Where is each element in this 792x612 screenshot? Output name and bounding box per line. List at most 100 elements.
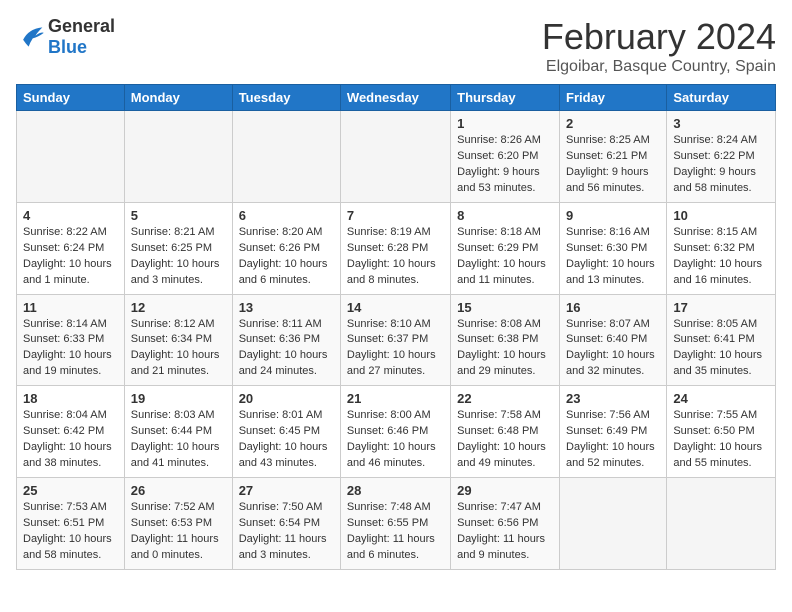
day-number: 12 [131,300,226,315]
calendar-table: SundayMondayTuesdayWednesdayThursdayFrid… [16,84,776,570]
page-header: General Blue February 2024 Elgoibar, Bas… [16,16,776,76]
day-info: Sunrise: 8:11 AM Sunset: 6:36 PM Dayligh… [239,317,334,381]
day-info: Sunrise: 8:05 AM Sunset: 6:41 PM Dayligh… [673,317,769,381]
calendar-cell: 26 Sunrise: 7:52 AM Sunset: 6:53 PM Dayli… [124,478,232,570]
calendar-cell: 10Sunrise: 8:15 AM Sunset: 6:32 PM Dayli… [667,202,776,294]
day-info: Sunrise: 8:03 AM Sunset: 6:44 PM Dayligh… [131,408,226,472]
day-number: 29 [457,483,553,498]
day-info: Sunrise: 8:21 AM Sunset: 6:25 PM Dayligh… [131,225,226,289]
calendar-cell: 14 Sunrise: 8:10 AM Sunset: 6:37 PM Dayli… [340,294,450,386]
day-number: 14 [347,300,444,315]
day-number: 4 [23,208,118,223]
calendar-cell: 18 Sunrise: 8:04 AM Sunset: 6:42 PM Dayli… [17,386,125,478]
day-info: Sunrise: 7:55 AM Sunset: 6:50 PM Dayligh… [673,408,769,472]
day-info: Sunrise: 7:58 AM Sunset: 6:48 PM Dayligh… [457,408,553,472]
calendar-cell: 27 Sunrise: 7:50 AM Sunset: 6:54 PM Dayli… [232,478,340,570]
day-info: Sunrise: 8:08 AM Sunset: 6:38 PM Dayligh… [457,317,553,381]
day-number: 19 [131,391,226,406]
day-number: 9 [566,208,660,223]
calendar-cell [340,111,450,203]
day-number: 22 [457,391,553,406]
calendar-cell: 12 Sunrise: 8:12 AM Sunset: 6:34 PM Dayli… [124,294,232,386]
column-header-sunday: Sunday [17,85,125,111]
column-header-wednesday: Wednesday [340,85,450,111]
day-info: Sunrise: 7:56 AM Sunset: 6:49 PM Dayligh… [566,408,660,472]
day-info: Sunrise: 8:07 AM Sunset: 6:40 PM Dayligh… [566,317,660,381]
week-row-3: 11 Sunrise: 8:14 AM Sunset: 6:33 PM Dayli… [17,294,776,386]
day-number: 8 [457,208,553,223]
calendar-cell: 22 Sunrise: 7:58 AM Sunset: 6:48 PM Dayli… [451,386,560,478]
calendar-cell: 25Sunrise: 7:53 AM Sunset: 6:51 PM Dayli… [17,478,125,570]
calendar-cell: 16 Sunrise: 8:07 AM Sunset: 6:40 PM Dayli… [560,294,667,386]
day-number: 11 [23,300,118,315]
day-number: 26 [131,483,226,498]
calendar-cell [124,111,232,203]
day-number: 18 [23,391,118,406]
day-number: 28 [347,483,444,498]
day-info: Sunrise: 8:18 AM Sunset: 6:29 PM Dayligh… [457,225,553,289]
calendar-cell: 24 Sunrise: 7:55 AM Sunset: 6:50 PM Dayli… [667,386,776,478]
calendar-cell: 15Sunrise: 8:08 AM Sunset: 6:38 PM Dayli… [451,294,560,386]
day-number: 16 [566,300,660,315]
week-row-1: 1 Sunrise: 8:26 AM Sunset: 6:20 PM Daylig… [17,111,776,203]
column-header-monday: Monday [124,85,232,111]
day-info: Sunrise: 7:47 AM Sunset: 6:56 PM Dayligh… [457,500,553,564]
calendar-cell: 9 Sunrise: 8:16 AM Sunset: 6:30 PM Daylig… [560,202,667,294]
location: Elgoibar, Basque Country, Spain [542,58,776,76]
logo-general: General [48,16,115,36]
day-info: Sunrise: 8:24 AM Sunset: 6:22 PM Dayligh… [673,133,769,197]
calendar-cell: 23 Sunrise: 7:56 AM Sunset: 6:49 PM Dayli… [560,386,667,478]
calendar-cell: 29 Sunrise: 7:47 AM Sunset: 6:56 PM Dayli… [451,478,560,570]
week-row-5: 25Sunrise: 7:53 AM Sunset: 6:51 PM Dayli… [17,478,776,570]
day-number: 3 [673,116,769,131]
logo-bird-icon [16,26,44,48]
calendar-body: 1 Sunrise: 8:26 AM Sunset: 6:20 PM Daylig… [17,111,776,570]
day-number: 27 [239,483,334,498]
day-number: 7 [347,208,444,223]
week-row-4: 18 Sunrise: 8:04 AM Sunset: 6:42 PM Dayli… [17,386,776,478]
calendar-cell: 1 Sunrise: 8:26 AM Sunset: 6:20 PM Daylig… [451,111,560,203]
calendar-cell [560,478,667,570]
day-info: Sunrise: 8:19 AM Sunset: 6:28 PM Dayligh… [347,225,444,289]
day-number: 13 [239,300,334,315]
logo-blue: Blue [48,37,87,57]
day-info: Sunrise: 8:20 AM Sunset: 6:26 PM Dayligh… [239,225,334,289]
calendar-cell: 17Sunrise: 8:05 AM Sunset: 6:41 PM Dayli… [667,294,776,386]
month-title: February 2024 [542,16,776,58]
day-number: 24 [673,391,769,406]
calendar-cell [232,111,340,203]
calendar-cell: 2Sunrise: 8:25 AM Sunset: 6:21 PM Daylig… [560,111,667,203]
column-header-friday: Friday [560,85,667,111]
day-info: Sunrise: 7:50 AM Sunset: 6:54 PM Dayligh… [239,500,334,564]
day-info: Sunrise: 8:00 AM Sunset: 6:46 PM Dayligh… [347,408,444,472]
day-info: Sunrise: 8:14 AM Sunset: 6:33 PM Dayligh… [23,317,118,381]
day-info: Sunrise: 8:12 AM Sunset: 6:34 PM Dayligh… [131,317,226,381]
column-header-tuesday: Tuesday [232,85,340,111]
logo: General Blue [16,16,115,58]
calendar-cell [17,111,125,203]
column-header-saturday: Saturday [667,85,776,111]
day-info: Sunrise: 8:04 AM Sunset: 6:42 PM Dayligh… [23,408,118,472]
calendar-cell: 21Sunrise: 8:00 AM Sunset: 6:46 PM Dayli… [340,386,450,478]
day-number: 6 [239,208,334,223]
day-number: 20 [239,391,334,406]
column-headers: SundayMondayTuesdayWednesdayThursdayFrid… [17,85,776,111]
week-row-2: 4Sunrise: 8:22 AM Sunset: 6:24 PM Daylig… [17,202,776,294]
day-info: Sunrise: 8:15 AM Sunset: 6:32 PM Dayligh… [673,225,769,289]
title-block: February 2024 Elgoibar, Basque Country, … [542,16,776,76]
day-info: Sunrise: 8:10 AM Sunset: 6:37 PM Dayligh… [347,317,444,381]
calendar-cell: 13 Sunrise: 8:11 AM Sunset: 6:36 PM Dayli… [232,294,340,386]
day-info: Sunrise: 8:26 AM Sunset: 6:20 PM Dayligh… [457,133,553,197]
calendar-cell: 28 Sunrise: 7:48 AM Sunset: 6:55 PM Dayli… [340,478,450,570]
day-info: Sunrise: 7:52 AM Sunset: 6:53 PM Dayligh… [131,500,226,564]
column-header-thursday: Thursday [451,85,560,111]
calendar-cell: 20Sunrise: 8:01 AM Sunset: 6:45 PM Dayli… [232,386,340,478]
calendar-cell: 7 Sunrise: 8:19 AM Sunset: 6:28 PM Daylig… [340,202,450,294]
day-info: Sunrise: 7:48 AM Sunset: 6:55 PM Dayligh… [347,500,444,564]
day-info: Sunrise: 8:16 AM Sunset: 6:30 PM Dayligh… [566,225,660,289]
day-number: 23 [566,391,660,406]
day-number: 1 [457,116,553,131]
calendar-cell: 8 Sunrise: 8:18 AM Sunset: 6:29 PM Daylig… [451,202,560,294]
calendar-cell: 11 Sunrise: 8:14 AM Sunset: 6:33 PM Dayli… [17,294,125,386]
day-number: 25 [23,483,118,498]
